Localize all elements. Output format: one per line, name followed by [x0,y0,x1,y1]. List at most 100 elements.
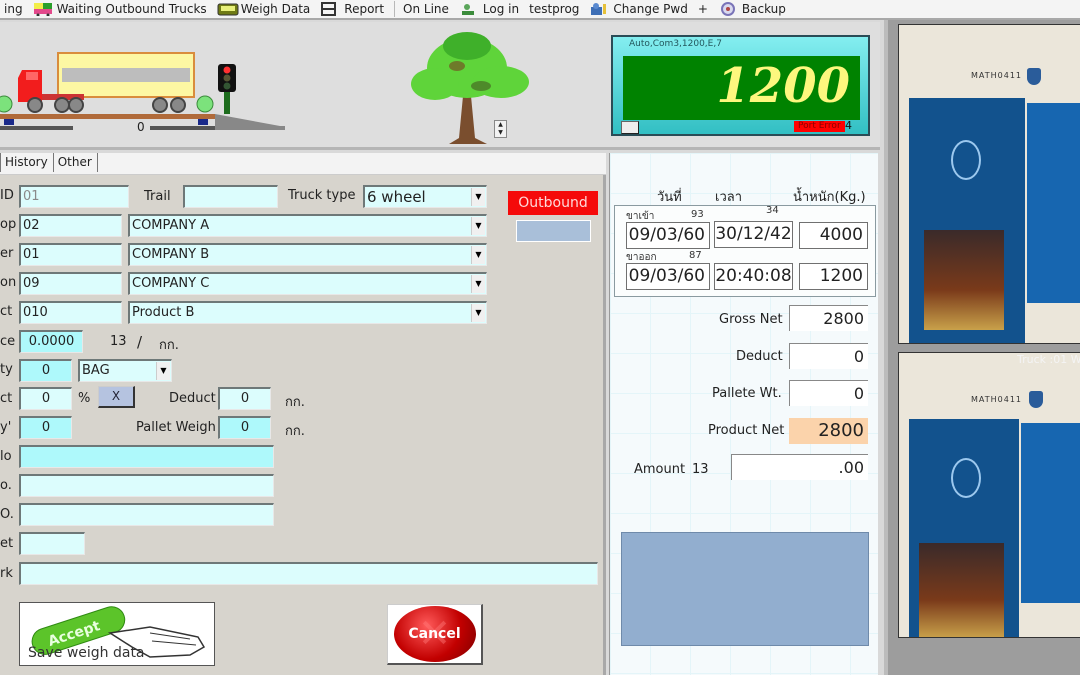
camera-poster-right [1021,423,1080,603]
out-date: 09/03/60 [626,263,710,290]
clear-deduct-button[interactable]: X [98,386,135,408]
camera-poster-image [924,230,1004,330]
pallet-field[interactable] [19,532,85,555]
customer-code-field[interactable]: 01 [19,243,122,266]
poster-emblem [951,140,981,180]
current-weight-value: 1200 [716,58,850,114]
platform-reading: 0 [137,120,145,134]
station-select[interactable]: COMPANY C ▼ [128,272,487,295]
trailer-logo [62,68,190,82]
toolbar-item-partial[interactable]: ing [0,0,29,18]
out-time: 20:40:08 [714,263,793,290]
remark-field[interactable] [19,562,598,585]
weigh-data-button[interactable]: Weigh Data [213,0,317,18]
chevron-down-icon[interactable]: ▼ [471,275,485,293]
station-code-field[interactable]: 09 [19,272,122,295]
out-weight: 1200 [799,263,868,290]
pallet-weigh-field[interactable]: 0 [218,416,271,439]
scale-display-panel: Auto,Com3,1200,E,7 1200 Port Error 4 [611,35,870,136]
toolbar-label: Waiting Outbound Trucks [56,2,207,16]
truck-type-label: Truck type [288,188,356,203]
shield-icon [1027,68,1041,85]
poster-emblem [951,458,981,498]
backup-button[interactable]: Backup [714,0,792,18]
camera-feed-1[interactable]: MATH0411 [898,24,1080,344]
tab-other[interactable]: Other [54,153,98,172]
no-label: lo [0,449,12,464]
price-unit: กก. [159,338,179,353]
quantity-unit-select[interactable]: BAG ▼ [78,359,172,382]
online-status: On Line [399,0,455,18]
shop-code-field[interactable]: 02 [19,214,122,237]
chevron-down-icon[interactable]: ▼ [471,217,485,235]
qty2-field[interactable]: 0 [19,416,72,439]
cancel-label: Cancel [408,626,461,642]
deduct-pct-field[interactable]: 0 [19,387,72,410]
toolbar: ing Waiting Outbound Trucks Weigh Data R… [0,0,1080,20]
toolbar-label: Backup [741,2,786,16]
chevron-down-icon[interactable]: ▼ [156,362,170,380]
login-button[interactable]: Log in [455,0,525,18]
product-code-field[interactable]: 010 [19,301,122,324]
quantity-label: ty [0,362,13,377]
trail-label: Trail [144,189,171,204]
cancel-button[interactable]: ✕ Cancel [387,604,483,665]
toolbar-label: Change Pwd [613,2,688,16]
chevron-down-icon[interactable]: ▼ [471,304,485,322]
chevron-down-icon[interactable]: ▼ [471,188,485,206]
save-weigh-data-button[interactable]: Accept Save weigh data [19,602,215,666]
report-button[interactable]: Report [316,0,390,18]
no2-field[interactable] [19,474,274,497]
no-field[interactable] [19,445,274,468]
time-header: เวลา [715,190,743,205]
tab-bar: History Other [0,153,606,175]
out-num1: 87 [689,250,702,261]
toolbar-label: Report [344,2,385,16]
shop-select[interactable]: COMPANY A ▼ [128,214,487,237]
quantity-field[interactable]: 0 [19,359,72,382]
camera-sign: MATH0411 [971,71,1023,80]
toolbar-label: Weigh Data [240,2,311,16]
amount-code: 13 [692,462,709,477]
customer-select[interactable]: COMPANY B ▼ [128,243,487,266]
shield-icon [1029,391,1043,408]
chevron-down-icon[interactable]: ▼ [471,246,485,264]
weight-summary-panel: วันที่ เวลา น้ำหนัก(Kg.) ขาเข้า 93 34 09… [609,153,878,675]
remark-label: rk [0,566,13,581]
key-icon [589,2,609,16]
weight-header: น้ำหนัก(Kg.) [793,190,866,205]
price-field[interactable]: 0.0000 [19,330,83,353]
save-label: Save weigh data [28,645,145,661]
deduct-unit: กก. [285,395,305,410]
no2-label: o. [0,478,12,493]
in-num1: 93 [691,209,704,220]
scale-platform [0,114,215,119]
id-label: ID [0,188,14,203]
trail-field[interactable] [183,185,278,208]
current-user: testprog [525,0,585,18]
price-unit-code: 13 [110,334,127,349]
scroll-spinner[interactable]: ▲ ▼ [494,120,507,138]
po-field[interactable] [19,503,274,526]
customer-name: COMPANY B [132,247,210,262]
deduct-field[interactable]: 0 [218,387,271,410]
product-select[interactable]: Product B ▼ [128,301,487,324]
scale-toggle-button[interactable] [621,121,639,134]
change-password-button[interactable]: Change Pwd [585,0,693,18]
truck-type-select[interactable]: 6 wheel ▼ [363,185,487,208]
camera-feed-2[interactable]: MATH0411 Truck :01 W [898,352,1080,638]
waiting-outbound-trucks-button[interactable]: Waiting Outbound Trucks [29,0,213,18]
pallet-label: et [0,536,14,551]
weight-display: 1200 [623,56,860,120]
login-icon [459,2,479,16]
tab-label: History [5,155,48,169]
price-label: ce [0,334,16,349]
po-label: O. [0,507,14,522]
id-field[interactable]: 01 [19,185,129,208]
amount-value: .00 [731,454,868,480]
pallet-weigh-unit: กก. [285,424,305,439]
tab-history[interactable]: History [0,153,54,172]
add-button[interactable]: + [694,0,714,18]
gross-net-label: Gross Net [719,312,783,327]
shop-name: COMPANY A [132,218,210,233]
